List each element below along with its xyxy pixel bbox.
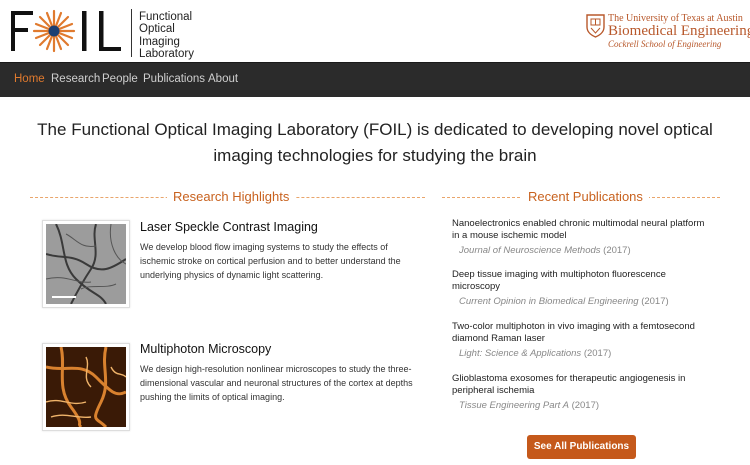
nav-home[interactable]: Home <box>14 73 45 85</box>
research-item-title[interactable]: Laser Speckle Contrast Imaging <box>140 220 318 234</box>
publication-journal: Light: Science & Applications <box>459 348 582 359</box>
publication-title[interactable]: Glioblastoma exosomes for therapeutic an… <box>452 373 714 396</box>
publication-journal: Journal of Neuroscience Methods <box>459 245 601 256</box>
publication-citation: Current Opinion in Biomedical Engineerin… <box>459 296 669 307</box>
lab-name-line: Optical <box>139 23 175 36</box>
ut-seal-icon <box>586 14 605 38</box>
foil-logo-mark <box>11 9 121 53</box>
publication-year: (2017) <box>641 296 669 307</box>
lab-name-line: Functional <box>139 11 193 23</box>
logo-divider <box>131 9 132 57</box>
research-section-header: Research Highlights <box>30 189 425 207</box>
publication-journal: Current Opinion in Biomedical Engineerin… <box>459 296 639 307</box>
lab-name-line: Laboratory <box>139 48 194 61</box>
multiphoton-thumbnail <box>46 347 126 427</box>
publication-year: (2017) <box>583 348 612 359</box>
publications-section-title: Recent Publications <box>522 189 649 204</box>
publications-section-header: Recent Publications <box>442 189 720 207</box>
ut-bme-logo[interactable]: The University of Texas at Austin Biomed… <box>586 13 750 50</box>
foil-logo[interactable]: Functional Optical Imaging Laboratory <box>10 6 195 60</box>
publication-year: (2017) <box>603 245 631 256</box>
nav-publications[interactable]: Publications <box>143 73 205 85</box>
research-item-text: We design high-resolution nonlinear micr… <box>140 364 413 402</box>
site-header: Functional Optical Imaging Laboratory Th… <box>0 0 750 62</box>
research-item-text: We develop blood flow imaging systems to… <box>140 242 401 280</box>
research-section-title: Research Highlights <box>167 189 296 204</box>
publication-citation: Light: Science & Applications (2017) <box>459 348 611 359</box>
speckle-thumbnail <box>46 224 126 304</box>
publication-citation: Journal of Neuroscience Methods (2017) <box>459 245 631 256</box>
lab-name-line: Imaging <box>139 35 180 48</box>
publication-title[interactable]: Two-color multiphoton in vivo imaging wi… <box>452 321 714 344</box>
nav-about[interactable]: About <box>208 73 238 85</box>
hero-statement: The Functional Optical Imaging Laborator… <box>0 117 750 169</box>
main-nav: Home Research People Publications About <box>0 62 750 97</box>
research-item-title[interactable]: Multiphoton Microscopy <box>140 342 271 356</box>
hero-line: imaging technologies for studying the br… <box>213 146 537 165</box>
lab-name: Functional Optical Imaging Laboratory <box>139 11 194 61</box>
speckle-image[interactable] <box>42 220 130 308</box>
publication-title[interactable]: Deep tissue imaging with multiphoton flu… <box>452 269 714 292</box>
ut-school-name: Cockrell School of Engineering <box>608 39 722 49</box>
publication-citation: Tissue Engineering Part A (2017) <box>459 400 599 411</box>
nav-research[interactable]: Research <box>51 73 100 85</box>
multiphoton-image[interactable] <box>42 343 130 431</box>
publication-year: (2017) <box>571 400 600 411</box>
publication-title[interactable]: Nanoelectronics enabled chronic multimod… <box>452 218 714 241</box>
see-all-publications-button[interactable]: See All Publications <box>527 435 636 459</box>
ut-department-name: Biomedical Engineering <box>608 23 750 39</box>
hero-line: The Functional Optical Imaging Laborator… <box>37 120 713 139</box>
nav-people[interactable]: People <box>102 73 138 85</box>
publication-journal: Tissue Engineering Part A <box>459 400 569 411</box>
